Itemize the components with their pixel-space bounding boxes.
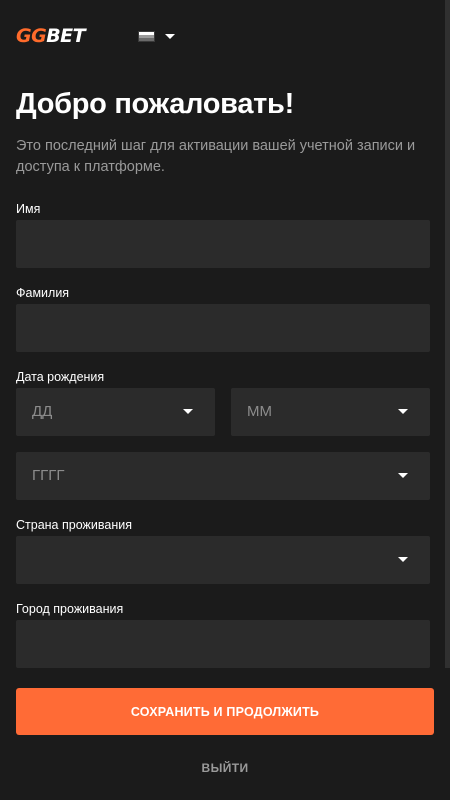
first-name-label: Имя: [16, 202, 41, 216]
first-name-field[interactable]: [16, 220, 430, 268]
chevron-down-icon: [165, 34, 175, 39]
birth-date-label: Дата рождения: [16, 370, 105, 384]
chevron-down-icon: [398, 473, 408, 478]
last-name-label: Фамилия: [16, 286, 70, 300]
flag-icon: [138, 31, 155, 42]
chevron-down-icon: [398, 409, 408, 414]
exit-button[interactable]: ВЫЙТИ: [185, 759, 265, 777]
chevron-down-icon: [183, 409, 193, 414]
country-select[interactable]: [16, 536, 430, 584]
page-subtitle: Это последний шаг для активации вашей уч…: [16, 138, 416, 175]
birth-year-placeholder: ГГГГ: [32, 467, 65, 484]
city-field[interactable]: [16, 620, 430, 668]
birth-month-select[interactable]: ММ: [231, 388, 430, 436]
header: GGBET: [0, 0, 450, 70]
country-label: Страна проживания: [16, 518, 132, 532]
birth-day-placeholder: ДД: [32, 403, 53, 420]
scrollbar[interactable]: [445, 0, 450, 668]
chevron-down-icon: [398, 557, 408, 562]
logo-gg: GG: [16, 25, 47, 47]
birth-month-placeholder: ММ: [247, 403, 272, 420]
last-name-field[interactable]: [16, 304, 430, 352]
ggbet-logo[interactable]: GGBET: [16, 25, 86, 47]
birth-year-select[interactable]: ГГГГ: [16, 452, 430, 500]
page-title: Добро пожаловать!: [16, 88, 294, 120]
birth-day-select[interactable]: ДД: [16, 388, 215, 436]
save-and-continue-button[interactable]: СОХРАНИТЬ И ПРОДОЛЖИТЬ: [16, 688, 434, 735]
language-selector[interactable]: [138, 30, 178, 44]
logo-bet: BET: [46, 25, 86, 47]
city-label: Город проживания: [16, 602, 124, 616]
